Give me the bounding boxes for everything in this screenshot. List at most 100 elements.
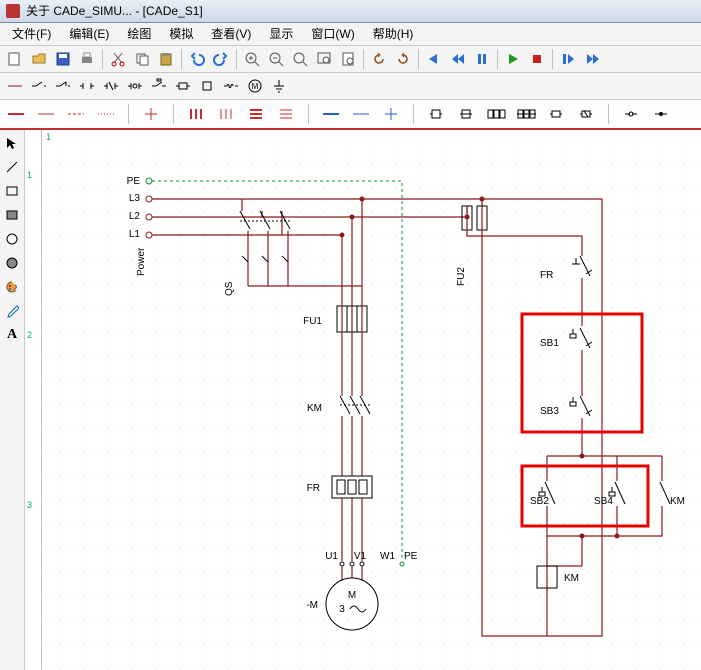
tool-pointer-icon[interactable] [3, 134, 21, 152]
sym-bars3-thin-icon[interactable] [216, 104, 236, 124]
label-fr: FR [307, 483, 320, 494]
tool-dropper-icon[interactable] [3, 302, 21, 320]
canvas-area[interactable]: 1 PE L3 L2 L1 Power [42, 130, 701, 670]
sym-cross-red-icon[interactable] [141, 104, 161, 124]
menu-window[interactable]: 窗口(W) [303, 23, 362, 45]
new-icon[interactable] [4, 48, 26, 70]
menu-help[interactable]: 帮助(H) [365, 23, 422, 45]
comp-pushbutton-icon[interactable] [148, 75, 170, 97]
symbol-bar [0, 100, 701, 130]
sym-line-dashed-icon[interactable] [66, 104, 86, 124]
sym-term1-icon[interactable] [621, 104, 641, 124]
ruler-h-tick: 1 [46, 132, 51, 142]
menu-draw[interactable]: 绘图 [119, 23, 159, 45]
label-l2: L2 [129, 211, 141, 222]
comp-contact-icon[interactable] [76, 75, 98, 97]
label-fr2: FR [540, 270, 553, 281]
zoom-in-icon[interactable] [241, 48, 263, 70]
sym-bars3-red-icon[interactable] [186, 104, 206, 124]
zoom-fit-icon[interactable] [289, 48, 311, 70]
component-toolbar: M [0, 73, 701, 100]
comp-motor-icon[interactable]: M [244, 75, 266, 97]
component-km-aux: KM [660, 482, 685, 507]
zoom-out-icon[interactable] [265, 48, 287, 70]
sim-pause-icon[interactable] [471, 48, 493, 70]
menu-sim[interactable]: 模拟 [161, 23, 201, 45]
tool-rect-fill-icon[interactable] [3, 206, 21, 224]
cut-icon[interactable] [107, 48, 129, 70]
label-fu2: FU2 [456, 267, 467, 286]
schematic-svg: PE L3 L2 L1 Power [42, 146, 701, 656]
label-pe: PE [127, 176, 141, 187]
comp-switch-nc-icon[interactable] [52, 75, 74, 97]
label-u1: U1 [325, 551, 338, 562]
tool-line-icon[interactable] [3, 158, 21, 176]
rotate-left-icon[interactable] [368, 48, 390, 70]
sim-step-back-icon[interactable] [447, 48, 469, 70]
sim-run-icon[interactable] [502, 48, 524, 70]
sym-line-thin-icon[interactable] [36, 104, 56, 124]
sym-cross-blue-icon[interactable] [381, 104, 401, 124]
label-sb1: SB1 [540, 338, 559, 349]
sym-term2-icon[interactable] [651, 104, 671, 124]
menu-view[interactable]: 查看(V) [203, 23, 259, 45]
sym-line-dot-icon[interactable] [96, 104, 116, 124]
sim-next-icon[interactable] [581, 48, 603, 70]
label-power: Power [136, 247, 147, 276]
tool-circle-fill-icon[interactable] [3, 254, 21, 272]
comp-coil-icon[interactable] [220, 75, 242, 97]
label-km2: KM [670, 496, 685, 507]
comp-ground-icon[interactable] [268, 75, 290, 97]
label-sb2: SB2 [530, 496, 549, 507]
label-v1: V1 [354, 551, 367, 562]
tool-circle-icon[interactable] [3, 230, 21, 248]
comp-wire-icon[interactable] [4, 75, 26, 97]
comp-contact2-icon[interactable] [100, 75, 122, 97]
open-icon[interactable] [28, 48, 50, 70]
label-fu1: FU1 [303, 316, 322, 327]
drawing-canvas[interactable]: PE L3 L2 L1 Power [42, 146, 701, 670]
sym-fuse1-icon[interactable] [426, 104, 446, 124]
comp-contact3-icon[interactable] [124, 75, 146, 97]
sim-prev-icon[interactable] [423, 48, 445, 70]
menu-file[interactable]: 文件(F) [4, 23, 59, 45]
sym-coil2-icon[interactable] [576, 104, 596, 124]
save-icon[interactable] [52, 48, 74, 70]
zoom-window-icon[interactable] [313, 48, 335, 70]
redo-icon[interactable] [210, 48, 232, 70]
sym-fuse4-icon[interactable] [516, 104, 536, 124]
label-qs: QS [224, 281, 235, 296]
comp-fuse-icon[interactable] [172, 75, 194, 97]
sym-fuse3-icon[interactable] [486, 104, 506, 124]
comp-switch-no-icon[interactable] [28, 75, 50, 97]
sym-menu-thin-icon[interactable] [276, 104, 296, 124]
sim-stop-icon[interactable] [526, 48, 548, 70]
window-title: 关于 CADe_SIMU... - [CADe_S1] [26, 0, 203, 22]
menu-edit[interactable]: 编辑(E) [61, 23, 117, 45]
tool-text-icon[interactable]: A [3, 326, 21, 344]
component-motor: M 3 -M [306, 566, 378, 630]
rotate-right-icon[interactable] [392, 48, 414, 70]
menu-display[interactable]: 显示 [261, 23, 301, 45]
paste-icon[interactable] [155, 48, 177, 70]
zoom-page-icon[interactable] [337, 48, 359, 70]
app-icon [6, 4, 20, 18]
comp-relay-icon[interactable] [196, 75, 218, 97]
sym-menu-red-icon[interactable] [246, 104, 266, 124]
tool-rect-icon[interactable] [3, 182, 21, 200]
main-toolbar [0, 46, 701, 73]
tool-palette-icon[interactable] [3, 278, 21, 296]
undo-icon[interactable] [186, 48, 208, 70]
sym-line-blue-icon[interactable] [321, 104, 341, 124]
print-icon[interactable] [76, 48, 98, 70]
label-mneg: -M [306, 600, 318, 611]
svg-text:M: M [252, 82, 259, 91]
copy-icon[interactable] [131, 48, 153, 70]
sym-line-red-icon[interactable] [6, 104, 26, 124]
component-km-main: KM [307, 396, 370, 414]
component-sb3: SB3 [540, 396, 592, 417]
sim-step-icon[interactable] [557, 48, 579, 70]
sym-coil1-icon[interactable] [546, 104, 566, 124]
sym-fuse2-icon[interactable] [456, 104, 476, 124]
sym-line-blue-thin-icon[interactable] [351, 104, 371, 124]
